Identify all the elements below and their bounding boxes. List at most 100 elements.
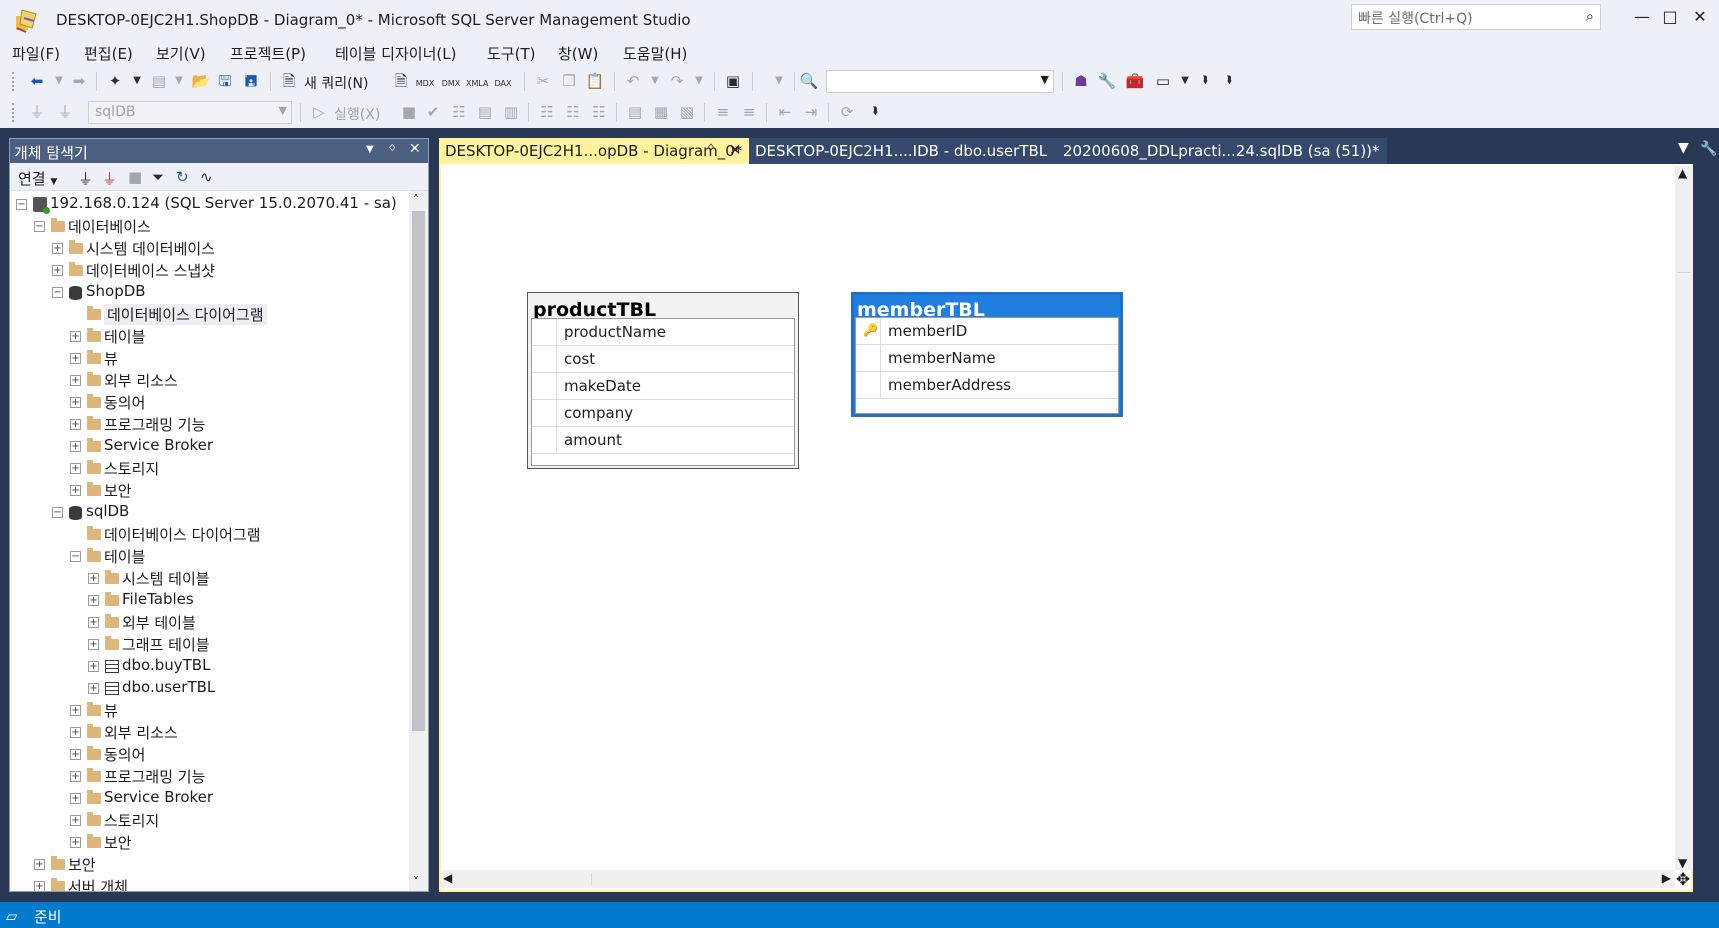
decrease-indent-icon[interactable]: ⇤ (774, 102, 796, 122)
panel-dropdown-icon[interactable]: ▼ (366, 144, 374, 155)
canvas-vertical-scrollbar[interactable]: ▲ ▼ (1675, 166, 1693, 870)
scroll-left-icon[interactable]: ◀ (443, 871, 452, 885)
diagram-canvas[interactable]: productTBL productName cost makeDate compan… (439, 164, 1693, 892)
expand-icon[interactable]: + (70, 771, 81, 782)
row-selector[interactable] (532, 373, 557, 399)
dropdown-arrow-icon[interactable]: ▼ (48, 71, 70, 91)
column-row[interactable]: amount (532, 427, 794, 454)
canvas-horizontal-scrollbar[interactable]: ◀ ▶ (441, 870, 1675, 888)
connect-icon[interactable]: ⏚ (26, 102, 48, 122)
chevron-down-icon[interactable]: ▼ (1041, 73, 1049, 86)
scroll-up-icon[interactable]: ▲ (1678, 166, 1687, 180)
expand-icon[interactable]: + (70, 837, 81, 848)
tree-node[interactable]: + 프로그래밍 기능 (10, 413, 408, 435)
scroll-down-icon[interactable]: ˅ (413, 875, 419, 889)
properties-wrench-icon[interactable]: 🔧 (1700, 140, 1717, 158)
command-window-icon[interactable]: ▭ (1152, 71, 1174, 91)
comment-icon[interactable]: ≡ (712, 102, 734, 122)
results-to-text-icon[interactable]: ▤ (624, 102, 646, 122)
diagram-table-membertbl[interactable]: memberTBL 🔑 memberID memberName memberAddre… (851, 292, 1123, 417)
xmla-query-icon[interactable]: XMLA (466, 74, 489, 94)
tree-node[interactable]: + 스토리지 (10, 809, 408, 831)
tree-node[interactable]: + 그래프 테이블 (10, 633, 408, 655)
expand-icon[interactable]: + (70, 397, 81, 408)
column-row[interactable]: memberAddress (856, 372, 1118, 399)
undo-icon[interactable]: ↶ (622, 71, 644, 91)
toolbar-overflow-icon[interactable]: ⮯ (1194, 71, 1216, 91)
tab-diagram[interactable]: DESKTOP-0EJC2H1...opDB - Diagram_0* ᛜ ✕ (439, 138, 749, 164)
toolbar-grip[interactable] (12, 72, 16, 91)
collapse-icon[interactable]: − (34, 221, 45, 232)
tree-node[interactable]: − 데이터베이스 (10, 215, 408, 237)
back-icon[interactable]: ⬅ (26, 71, 48, 91)
scrollbar-thumb[interactable] (591, 873, 1651, 885)
row-selector[interactable] (532, 427, 557, 453)
toolbar-overflow-icon[interactable]: ⮯ (864, 102, 886, 122)
copy-icon[interactable]: ❐ (558, 71, 580, 91)
tree-node[interactable]: 데이터베이스 다이어그램 (10, 303, 408, 325)
menu-help[interactable]: 도움말(H) (623, 43, 687, 64)
execute-button[interactable]: 실행(X) (334, 104, 380, 124)
expand-icon[interactable]: + (70, 749, 81, 760)
menu-edit[interactable]: 편집(E) (84, 43, 133, 64)
menu-project[interactable]: 프로젝트(P) (230, 43, 306, 64)
connect-plug-icon[interactable]: ⏚ (78, 168, 93, 189)
new-query-icon[interactable]: 🗎 (278, 71, 300, 91)
tree-node[interactable]: + dbo.buyTBL (10, 655, 408, 677)
tree-node[interactable]: + 프로그래밍 기능 (10, 765, 408, 787)
tree-node[interactable]: − 테이블 (10, 545, 408, 567)
solution-explorer-icon[interactable]: ☗ (1070, 71, 1092, 91)
increase-indent-icon[interactable]: ⇥ (800, 102, 822, 122)
client-stats-icon[interactable]: ☷ (588, 102, 610, 122)
activity-monitor-icon[interactable]: ▣ (722, 71, 744, 91)
include-plan-icon[interactable]: ☷ (536, 102, 558, 122)
dropdown-arrow-icon[interactable]: ▼ (768, 71, 790, 91)
query-designer-icon[interactable]: ▤ (474, 102, 496, 122)
toolbar-grip[interactable] (12, 103, 16, 122)
open-file-icon[interactable]: 📂 (190, 71, 212, 91)
menu-file[interactable]: 파일(F) (12, 43, 60, 64)
results-to-file-icon[interactable]: ▧ (676, 102, 698, 122)
properties-wrench-icon[interactable]: 🔧 (1096, 71, 1118, 91)
expand-icon[interactable]: + (52, 243, 63, 254)
mdx-query-icon[interactable]: MDX (414, 74, 436, 94)
expand-icon[interactable]: + (70, 463, 81, 474)
dropdown-arrow-icon[interactable]: ▼ (644, 71, 666, 91)
add-item-icon[interactable]: ▤ (148, 71, 170, 91)
new-project-icon[interactable]: ✦ (104, 71, 126, 91)
object-explorer-scrollbar[interactable]: ˄ ˅ (409, 191, 428, 891)
tree-node[interactable]: − sqlDB (10, 501, 408, 523)
menu-tools[interactable]: 도구(T) (487, 43, 535, 64)
dropdown-arrow-icon[interactable]: ▼ (126, 71, 148, 91)
menu-view[interactable]: 보기(V) (156, 43, 206, 64)
display-plan-icon[interactable]: ☷ (448, 102, 470, 122)
dropdown-arrow-icon[interactable]: ▼ (688, 71, 710, 91)
expand-icon[interactable]: + (88, 617, 99, 628)
save-icon[interactable]: 🖫 (214, 71, 236, 91)
change-connection-icon[interactable]: ⏚ (54, 102, 76, 122)
dax-query-icon[interactable]: DAX (492, 74, 514, 94)
collapse-icon[interactable]: − (52, 287, 63, 298)
column-row[interactable]: 🔑 memberID (856, 318, 1118, 345)
close-tab-button[interactable]: ✕ (729, 141, 742, 159)
tree-node[interactable]: + 보안 (10, 831, 408, 853)
expand-icon[interactable]: + (52, 265, 63, 276)
expand-icon[interactable]: + (70, 419, 81, 430)
tree-node[interactable]: + 서버 개체 (10, 875, 408, 891)
toolbar-overflow-icon[interactable]: ⮯ (1218, 71, 1240, 91)
row-selector[interactable] (532, 346, 557, 372)
tab-list-dropdown-icon[interactable]: ▼ (1678, 140, 1689, 156)
tree-node[interactable]: + 시스템 테이블 (10, 567, 408, 589)
row-selector[interactable] (856, 372, 881, 398)
column-row[interactable]: makeDate (532, 373, 794, 400)
expand-icon[interactable]: + (70, 815, 81, 826)
redo-icon[interactable]: ↷ (666, 71, 688, 91)
scroll-right-icon[interactable]: ▶ (1662, 871, 1671, 885)
dmx-query-icon[interactable]: DMX (440, 74, 462, 94)
tree-node[interactable]: + 뷰 (10, 699, 408, 721)
menu-window[interactable]: 창(W) (558, 43, 598, 64)
expand-icon[interactable]: + (70, 375, 81, 386)
row-selector[interactable] (532, 400, 557, 426)
row-selector[interactable] (532, 319, 557, 345)
tree-node[interactable]: + 보안 (10, 853, 408, 875)
